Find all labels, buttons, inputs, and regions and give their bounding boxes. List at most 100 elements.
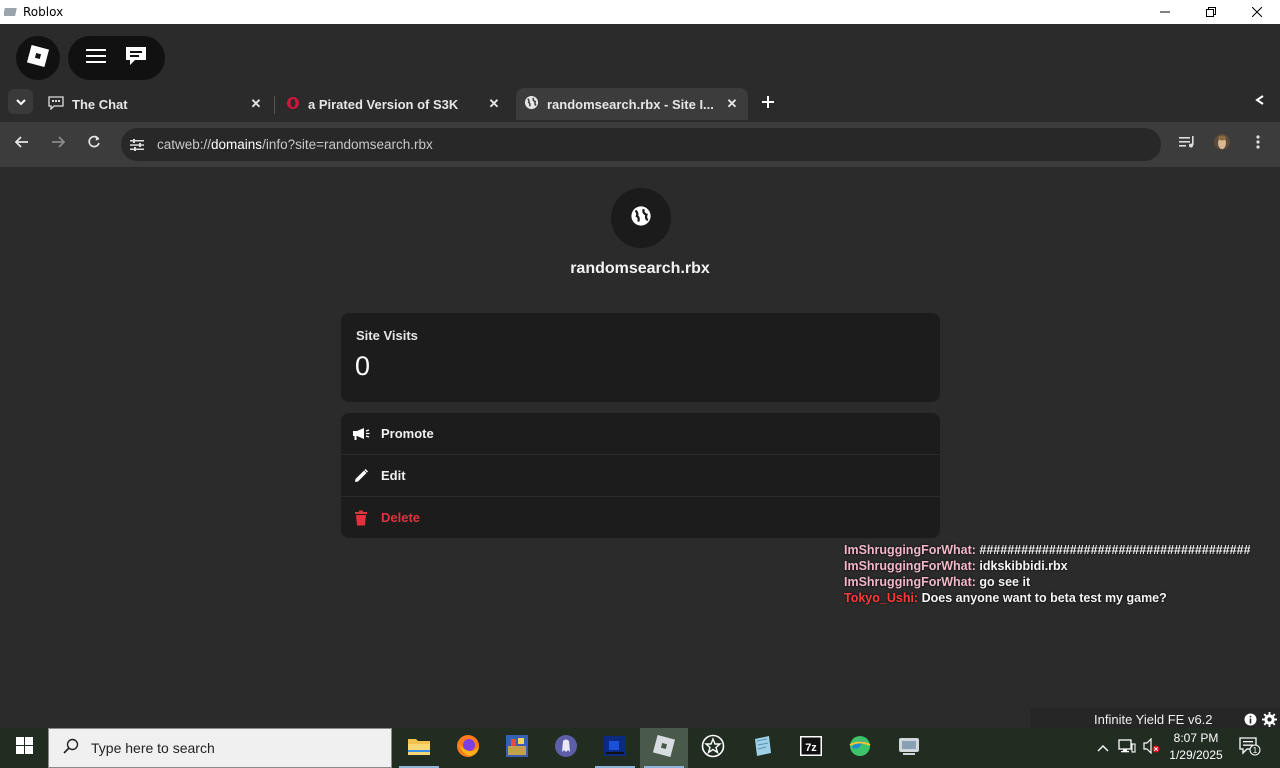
edit-button[interactable]: Edit: [341, 455, 940, 496]
back-button[interactable]: [10, 132, 34, 156]
new-tab-button[interactable]: [756, 92, 780, 116]
minimize-button[interactable]: [1142, 0, 1188, 24]
file-explorer-app[interactable]: [395, 728, 443, 768]
edit-label: Edit: [381, 468, 406, 483]
start-button[interactable]: [0, 728, 48, 768]
tab-pirated-s3k[interactable]: a Pirated Version of S3K ✕: [278, 88, 510, 120]
terminal-icon: [603, 735, 627, 762]
url-host: domains: [211, 137, 263, 152]
forward-button[interactable]: [46, 132, 70, 156]
browser-menu-button[interactable]: [1246, 132, 1270, 156]
infinite-yield-bar[interactable]: Infinite Yield FE v6.2: [1030, 708, 1280, 730]
roblox-menu-button[interactable]: [16, 36, 60, 80]
chevron-up-icon: [1097, 739, 1109, 757]
close-window-button[interactable]: [1234, 0, 1280, 24]
chat-username[interactable]: ImShruggingForWhat:: [844, 575, 976, 589]
avatar: [1213, 133, 1231, 156]
url-path: /info?site=randomsearch.rbx: [262, 137, 433, 152]
notes-icon: [750, 734, 774, 763]
site-settings-icon[interactable]: [129, 137, 145, 153]
search-icon: [63, 738, 79, 759]
chat-bubble-icon[interactable]: [124, 45, 148, 72]
chat-text: go see it: [979, 575, 1031, 589]
volume-button[interactable]: [1140, 728, 1162, 768]
close-icon[interactable]: ✕: [248, 96, 264, 112]
taskbar: Type here to search 7z 8:07 PM 1/29/2025…: [0, 728, 1280, 768]
game-chat: ImShruggingForWhat: ####################…: [844, 542, 1274, 606]
address-bar[interactable]: catweb://domains/info?site=randomsearch.…: [121, 128, 1161, 161]
hamburger-menu-icon[interactable]: [85, 47, 107, 70]
plus-icon: [762, 95, 774, 113]
url-text: catweb://domains/info?site=randomsearch.…: [157, 137, 433, 152]
tab-randomsearch[interactable]: randomsearch.rbx - Site I... ✕: [516, 88, 748, 120]
taskbar-clock[interactable]: 8:07 PM 1/29/2025: [1164, 730, 1228, 764]
roblox-logo-icon: [26, 44, 50, 72]
firefox-app[interactable]: [444, 728, 492, 768]
volume-muted-icon: [1142, 737, 1160, 759]
ghost-app[interactable]: [542, 728, 590, 768]
restore-button[interactable]: [1188, 0, 1234, 24]
network-button[interactable]: [1116, 728, 1138, 768]
page-content: randomsearch.rbx Site Visits 0 Promote E…: [0, 167, 1280, 728]
chat-username[interactable]: Tokyo_Ushi:: [844, 591, 918, 605]
window-title: Roblox: [23, 5, 64, 19]
chat-username[interactable]: ImShruggingForWhat:: [844, 559, 976, 573]
close-icon[interactable]: ✕: [724, 96, 740, 112]
folder-icon: [407, 736, 431, 761]
chat-message: Tokyo_Ushi: Does anyone want to beta tes…: [844, 590, 1274, 606]
device-app[interactable]: [885, 728, 933, 768]
arrow-left-icon: [14, 135, 29, 153]
delete-label: Delete: [381, 510, 421, 525]
terminal-app[interactable]: [591, 728, 639, 768]
chat-message: ImShruggingForWhat: go see it: [844, 574, 1274, 590]
network-icon: [1118, 738, 1136, 759]
megaphone-icon: [351, 424, 371, 444]
notes-app[interactable]: [738, 728, 786, 768]
chat-username[interactable]: ImShruggingForWhat:: [844, 543, 976, 557]
site-visits-value: 0: [355, 351, 371, 381]
taskbar-search-box[interactable]: Type here to search: [48, 728, 392, 768]
delete-button[interactable]: Delete: [341, 497, 940, 538]
page-title: randomsearch.rbx: [570, 260, 710, 277]
roblox-topbar-pill: [68, 36, 165, 80]
arrow-right-icon: [51, 135, 66, 153]
reload-button[interactable]: [82, 132, 106, 156]
notification-icon: 1: [1239, 736, 1261, 761]
close-icon[interactable]: ✕: [486, 96, 502, 112]
info-icon[interactable]: [1242, 711, 1258, 727]
tab-the-chat[interactable]: The Chat ✕: [40, 88, 272, 120]
pencil-icon: [351, 466, 371, 486]
browser-toolbar: catweb://domains/info?site=randomsearch.…: [0, 122, 1280, 167]
profile-button[interactable]: [1210, 132, 1234, 156]
7zip-app[interactable]: 7z: [787, 728, 835, 768]
roblox-app[interactable]: [640, 728, 688, 768]
notifications-button[interactable]: 1: [1236, 728, 1264, 768]
infinite-yield-title: Infinite Yield FE v6.2: [1094, 711, 1213, 727]
site-visits-label: Site Visits: [356, 328, 418, 343]
promote-button[interactable]: Promote: [341, 413, 940, 454]
trash-icon: [351, 508, 371, 528]
tray-overflow-button[interactable]: [1094, 728, 1112, 768]
tab-label: a Pirated Version of S3K: [308, 96, 459, 112]
collapse-panel-button[interactable]: [1248, 88, 1272, 112]
playlist-icon: [1179, 135, 1195, 153]
globe-icon: [524, 95, 539, 113]
firefox-icon: [456, 734, 480, 763]
opera-like-icon: [286, 96, 300, 113]
gear-icon[interactable]: [1261, 711, 1277, 727]
tab-divider: [274, 96, 275, 114]
game-app[interactable]: [493, 728, 541, 768]
more-vert-icon: [1256, 134, 1260, 154]
star-app[interactable]: [689, 728, 737, 768]
url-scheme: catweb://: [157, 137, 212, 152]
roblox-icon: [652, 734, 676, 763]
star-icon: [701, 734, 725, 763]
tab-search-button[interactable]: [8, 89, 33, 114]
globe-icon: [630, 205, 652, 232]
media-controls-button[interactable]: [1175, 132, 1199, 156]
chat-message: ImShruggingForWhat: idkskibbidi.rbx: [844, 558, 1274, 574]
chat-icon: [48, 95, 64, 113]
svg-text:7z: 7z: [805, 742, 817, 754]
edge-app[interactable]: [836, 728, 884, 768]
svg-text:1: 1: [1253, 746, 1258, 755]
